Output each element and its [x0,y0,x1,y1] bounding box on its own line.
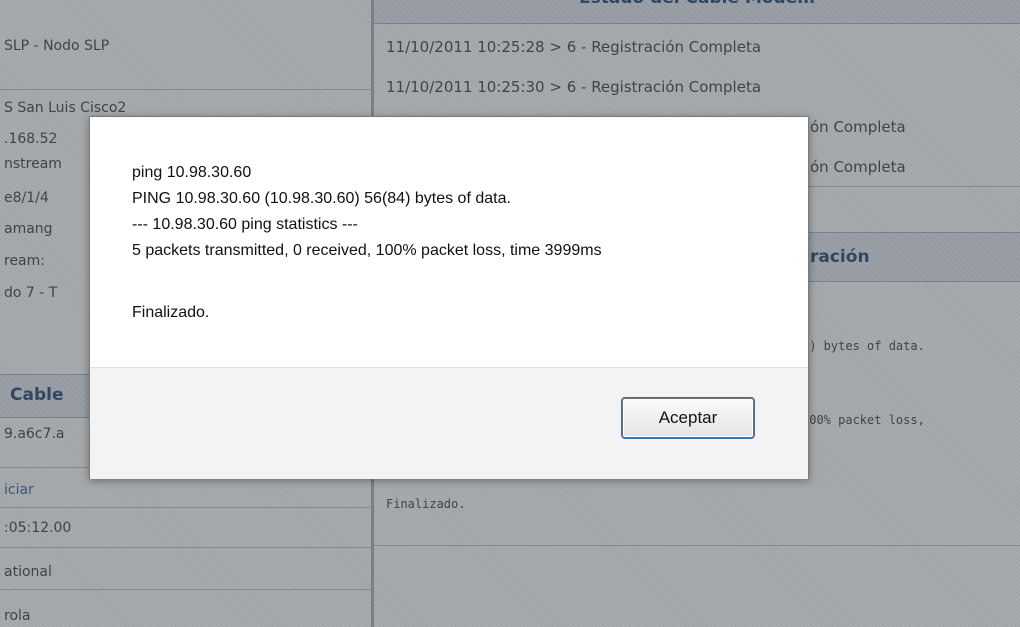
dialog-line-stats-header: --- 10.98.30.60 ping statistics --- [132,216,358,233]
dialog-footer: Aceptar [90,367,808,479]
dialog-body: ping 10.98.30.60 PING 10.98.30.60 (10.98… [90,117,808,367]
dialog-line-ping: PING 10.98.30.60 (10.98.30.60) 56(84) by… [132,190,511,207]
aceptar-button[interactable]: Aceptar [622,398,754,438]
dialog-line-stats: 5 packets transmitted, 0 received, 100% … [132,242,602,259]
ping-result-dialog: ping 10.98.30.60 PING 10.98.30.60 (10.98… [89,116,809,479]
dialog-line-command: ping 10.98.30.60 [132,164,252,181]
dialog-finished-text: Finalizado. [132,304,210,321]
